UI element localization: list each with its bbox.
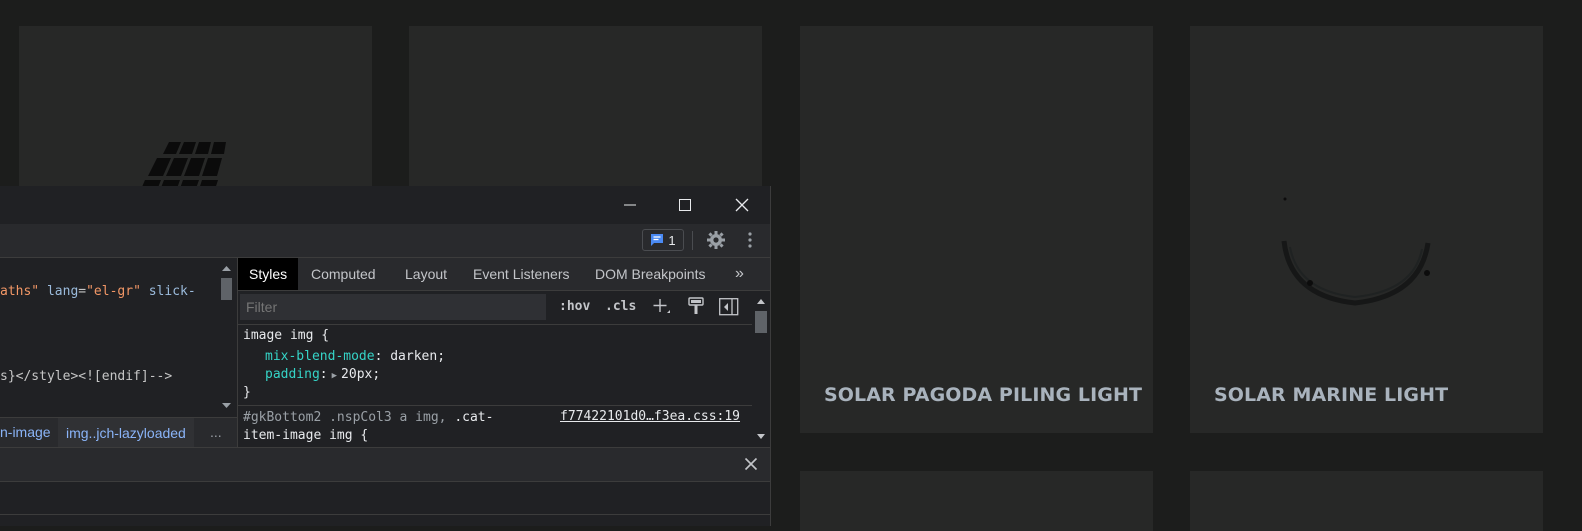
scroll-up-icon bbox=[222, 266, 231, 271]
more-options-button[interactable] bbox=[742, 228, 758, 252]
rule-selector[interactable]: #gkBottom2 .nspCol3 a img, .cat- bbox=[243, 410, 493, 425]
breadcrumb-item[interactable]: n-image bbox=[0, 424, 51, 440]
selector-active: .cat- bbox=[454, 410, 494, 425]
scroll-down-icon bbox=[222, 403, 231, 408]
product-card-3[interactable]: SOLAR PAGODA PILING LIGHT bbox=[800, 26, 1153, 433]
new-rule-icon[interactable] bbox=[652, 298, 670, 316]
class-toggle[interactable]: .cls bbox=[605, 299, 636, 314]
paint-brush-icon[interactable] bbox=[688, 297, 704, 315]
styles-filter-input[interactable] bbox=[240, 294, 546, 320]
tab-layout[interactable]: Layout bbox=[405, 258, 447, 290]
settings-button[interactable] bbox=[704, 228, 728, 252]
marine-light-image bbox=[1281, 197, 1431, 306]
style-declaration[interactable]: padding: ▶ 20px; bbox=[265, 367, 380, 382]
rule-divider bbox=[238, 405, 752, 406]
breadcrumb-more[interactable]: ... bbox=[210, 424, 222, 440]
selector-inactive: #gkBottom2 .nspCol3 a img, bbox=[243, 410, 447, 425]
css-value[interactable]: 20px; bbox=[341, 367, 380, 382]
breadcrumb: n-image img..jch-lazyloaded ... bbox=[0, 417, 237, 448]
issues-button[interactable]: 1 bbox=[642, 229, 684, 251]
stylesheet-source-link[interactable]: f77422101d0…f3ea.css:19 bbox=[560, 409, 740, 424]
style-declaration[interactable]: mix-blend-mode: darken; bbox=[265, 349, 445, 364]
scroll-up-icon bbox=[757, 299, 765, 304]
styles-scrollbar[interactable] bbox=[752, 291, 770, 447]
dom-line-html[interactable]: aths" lang="el-gr" slick- bbox=[0, 284, 196, 299]
tab-dom-breakpoints[interactable]: DOM Breakpoints bbox=[595, 258, 705, 290]
product-title[interactable]: SOLAR PAGODA PILING LIGHT bbox=[824, 384, 1142, 406]
devtools-window: 1 aths" lang="el-gr" slick- s}</style><!… bbox=[0, 186, 771, 526]
rule-selector[interactable]: image img { bbox=[243, 328, 329, 343]
drawer-divider bbox=[0, 514, 770, 515]
more-tabs-icon[interactable]: » bbox=[735, 258, 744, 290]
product-card-4[interactable]: SOLAR MARINE LIGHT bbox=[1190, 26, 1543, 433]
minimize-icon bbox=[624, 204, 636, 206]
css-value[interactable]: darken; bbox=[390, 349, 445, 364]
style-rules: image img { mix-blend-mode: darken; padd… bbox=[238, 324, 752, 448]
tab-event-listeners[interactable]: Event Listeners bbox=[473, 258, 570, 290]
scroll-down-icon bbox=[757, 434, 765, 439]
attr-name: lang bbox=[46, 284, 79, 299]
attr-value: aths" bbox=[0, 284, 40, 299]
breadcrumb-item-active[interactable]: img..jch-lazyloaded bbox=[58, 418, 194, 448]
css-property[interactable]: mix-blend-mode bbox=[265, 349, 375, 364]
scroll-thumb[interactable] bbox=[221, 278, 232, 300]
maximize-icon bbox=[679, 199, 691, 211]
elements-scrollbar[interactable] bbox=[217, 258, 236, 417]
close-window-button[interactable] bbox=[714, 186, 770, 224]
rule-close-brace: } bbox=[243, 385, 251, 400]
styles-filter-row: :hov .cls bbox=[238, 291, 770, 323]
css-property[interactable]: padding bbox=[265, 367, 320, 382]
devtools-toolbar: 1 bbox=[0, 224, 770, 258]
product-card-6[interactable] bbox=[1190, 471, 1543, 531]
hover-state-toggle[interactable]: :hov bbox=[559, 299, 590, 314]
gear-icon bbox=[707, 231, 725, 249]
drawer-toolbar bbox=[0, 447, 770, 482]
toolbar-divider bbox=[692, 231, 693, 250]
dom-line-style[interactable]: s}</style><![endif]--> bbox=[0, 369, 172, 384]
product-title[interactable]: SOLAR MARINE LIGHT bbox=[1214, 384, 1448, 406]
toggle-sidebar-icon[interactable] bbox=[719, 298, 739, 316]
sidebar-tabs: Styles Computed Layout Event Listeners D… bbox=[238, 258, 770, 291]
rule-selector-continued[interactable]: item-image img { bbox=[243, 428, 368, 443]
attr-name: slick- bbox=[148, 284, 196, 299]
product-card-2[interactable] bbox=[409, 26, 762, 186]
product-card-5[interactable] bbox=[800, 471, 1153, 531]
close-icon bbox=[735, 198, 749, 212]
issues-count: 1 bbox=[668, 232, 676, 248]
kebab-menu-icon bbox=[748, 232, 752, 248]
close-drawer-icon[interactable] bbox=[744, 457, 758, 471]
tab-styles[interactable]: Styles bbox=[238, 258, 299, 290]
product-card-1[interactable] bbox=[19, 26, 372, 208]
tab-computed[interactable]: Computed bbox=[311, 258, 376, 290]
minimize-button[interactable] bbox=[602, 186, 658, 224]
window-titlebar bbox=[0, 186, 770, 224]
attr-value: "el-gr" bbox=[86, 284, 141, 299]
message-icon bbox=[651, 234, 664, 246]
styles-panel: Styles Computed Layout Event Listeners D… bbox=[238, 258, 770, 447]
elements-tree[interactable]: aths" lang="el-gr" slick- s}</style><![e… bbox=[0, 258, 238, 448]
expand-triangle-icon[interactable]: ▶ bbox=[328, 371, 341, 381]
scroll-thumb[interactable] bbox=[755, 311, 767, 333]
maximize-button[interactable] bbox=[657, 186, 713, 224]
